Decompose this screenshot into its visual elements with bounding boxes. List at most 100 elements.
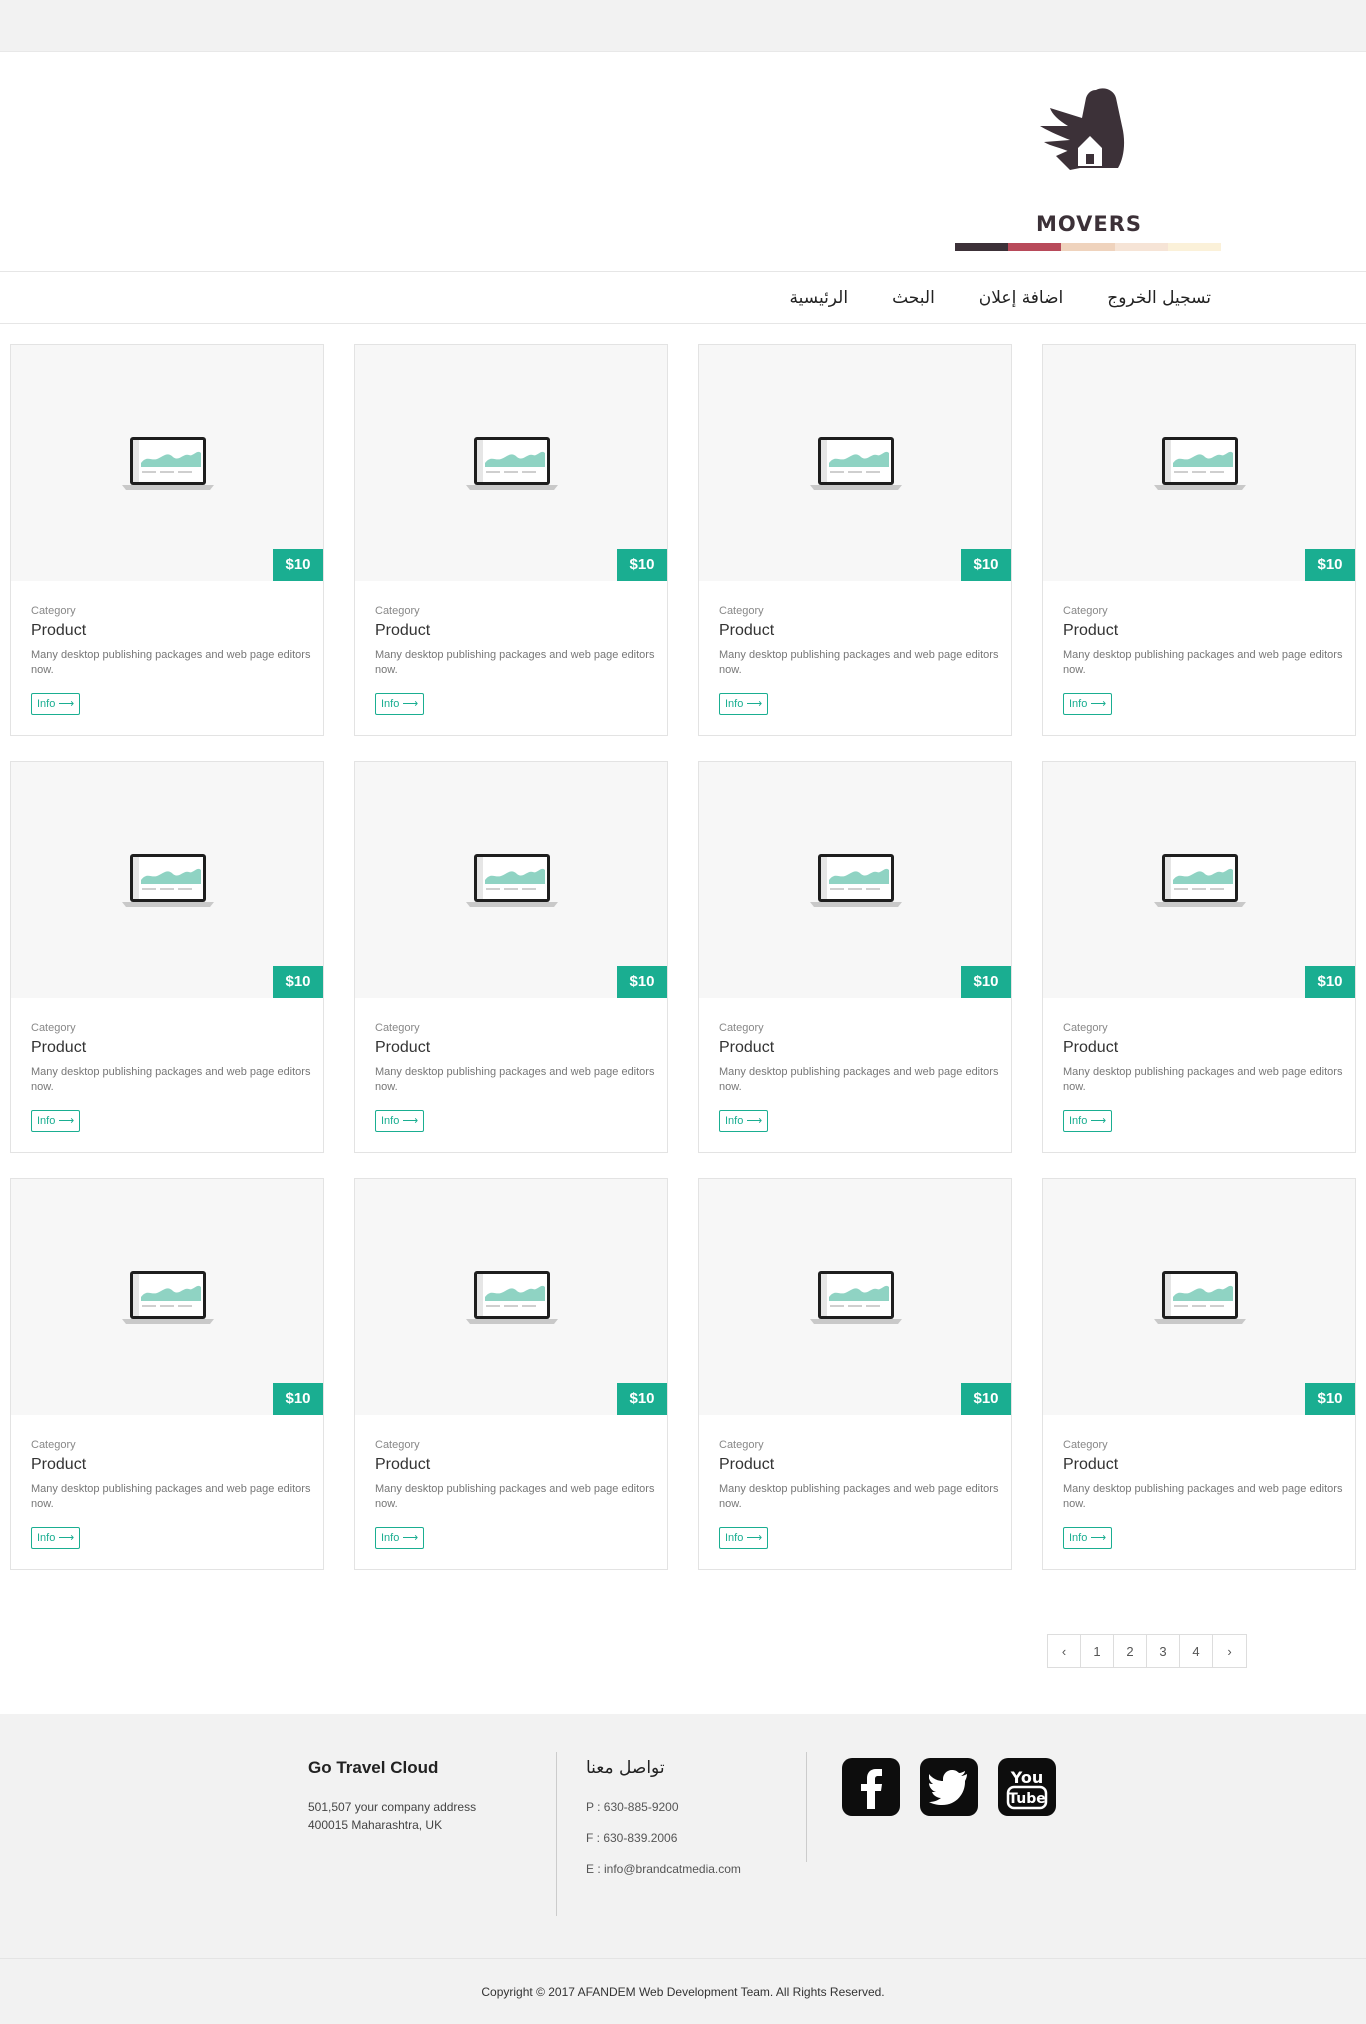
product-description: Many desktop publishing packages and web… (719, 1483, 999, 1510)
product-description: Many desktop publishing packages and web… (31, 1483, 311, 1510)
product-card[interactable]: $10 Category Product Many desktop publishin… (354, 761, 668, 1153)
page-3-button[interactable]: 3 (1147, 1635, 1180, 1667)
product-description: Many desktop publishing packages and web… (375, 649, 655, 676)
main-nav: الرئيسية البحث اضافة إعلان تسجيل الخروج (0, 272, 1366, 324)
product-name: Product (1063, 1456, 1119, 1473)
laptop-icon (466, 1269, 558, 1329)
product-card[interactable]: $10 Category Product Many desktop publishin… (10, 761, 324, 1153)
info-button[interactable]: Info ⟶ (31, 1110, 81, 1132)
product-category: Category (375, 1439, 420, 1451)
info-button[interactable]: Info ⟶ (31, 1527, 81, 1549)
facebook-icon[interactable] (842, 1758, 900, 1816)
laptop-icon (466, 435, 558, 495)
product-card[interactable]: $10 Category Product Many desktop publishin… (698, 1178, 1012, 1570)
logo-text: MOVERS (1035, 212, 1143, 236)
laptop-icon (1154, 852, 1246, 912)
info-button[interactable]: Info ⟶ (719, 1527, 769, 1549)
product-description: Many desktop publishing packages and web… (1063, 1483, 1343, 1510)
price-badge: $10 (273, 966, 323, 998)
contact-email[interactable]: E : info@brandcatmedia.com (586, 1862, 741, 1893)
product-card[interactable]: $10 Category Product Many desktop publishin… (698, 761, 1012, 1153)
price-badge: $10 (1305, 549, 1355, 581)
product-card[interactable]: $10 Category Product Many desktop publishin… (698, 344, 1012, 736)
info-button[interactable]: Info ⟶ (375, 1110, 425, 1132)
product-image: $10 (11, 762, 323, 998)
product-image: $10 (1043, 762, 1355, 998)
product-name: Product (375, 1456, 431, 1473)
product-category: Category (719, 605, 764, 617)
product-description: Many desktop publishing packages and web… (31, 1066, 311, 1093)
nav-search[interactable]: البحث (892, 288, 935, 308)
product-card[interactable]: $10 Category Product Many desktop publishin… (1042, 1178, 1356, 1570)
info-button[interactable]: Info ⟶ (31, 693, 81, 715)
page-2-button[interactable]: 2 (1114, 1635, 1147, 1667)
product-name: Product (375, 1039, 431, 1056)
product-card[interactable]: $10 Category Product Many desktop publishin… (354, 1178, 668, 1570)
company-name: Go Travel Cloud (308, 1758, 439, 1777)
social-links: You Tube (842, 1758, 1056, 1816)
pagination: ‹ 1 2 3 4 › (1047, 1634, 1247, 1668)
product-description: Many desktop publishing packages and web… (375, 1066, 655, 1093)
info-button[interactable]: Info ⟶ (719, 1110, 769, 1132)
product-image: $10 (699, 345, 1011, 581)
hand-house-icon (1040, 88, 1125, 170)
youtube-icon[interactable]: You Tube (998, 1758, 1056, 1816)
product-card[interactable]: $10 Category Product Many desktop publishin… (354, 344, 668, 736)
footer-contact: تواصل معنا P : 630-885-9200 F : 630-839.… (586, 1758, 741, 1893)
product-card[interactable]: $10 Category Product Many desktop publishin… (10, 1178, 324, 1570)
product-image: $10 (355, 345, 667, 581)
info-button[interactable]: Info ⟶ (1063, 693, 1113, 715)
product-name: Product (31, 1456, 87, 1473)
product-category: Category (1063, 1022, 1108, 1034)
product-category: Category (719, 1439, 764, 1451)
movers-logo[interactable]: MOVERS (1030, 86, 1150, 236)
product-card[interactable]: $10 Category Product Many desktop publishin… (1042, 761, 1356, 1153)
site-header: MOVERS (0, 52, 1366, 272)
product-card[interactable]: $10 Category Product Many desktop publishin… (1042, 344, 1356, 736)
price-badge: $10 (961, 1383, 1011, 1415)
info-button[interactable]: Info ⟶ (1063, 1110, 1113, 1132)
product-name: Product (719, 1456, 775, 1473)
product-category: Category (1063, 605, 1108, 617)
color-swatch (1167, 243, 1222, 251)
nav-add-listing[interactable]: اضافة إعلان (979, 288, 1063, 308)
twitter-icon[interactable] (920, 1758, 978, 1816)
product-image: $10 (11, 345, 323, 581)
top-bar (0, 0, 1366, 52)
laptop-icon (1154, 1269, 1246, 1329)
laptop-icon (466, 852, 558, 912)
product-card[interactable]: $10 Category Product Many desktop publishin… (10, 344, 324, 736)
product-image: $10 (1043, 1179, 1355, 1415)
product-description: Many desktop publishing packages and web… (719, 1066, 999, 1093)
price-badge: $10 (273, 1383, 323, 1415)
info-button[interactable]: Info ⟶ (719, 693, 769, 715)
info-button[interactable]: Info ⟶ (375, 693, 425, 715)
info-button[interactable]: Info ⟶ (1063, 1527, 1113, 1549)
svg-text:You: You (1010, 1768, 1044, 1787)
product-name: Product (31, 1039, 87, 1056)
laptop-icon (810, 1269, 902, 1329)
page-4-button[interactable]: 4 (1180, 1635, 1213, 1667)
product-image: $10 (355, 1179, 667, 1415)
page-1-button[interactable]: 1 (1081, 1635, 1114, 1667)
prev-page-button[interactable]: ‹ (1048, 1635, 1081, 1667)
product-name: Product (719, 622, 775, 639)
product-image: $10 (355, 762, 667, 998)
contact-fax: F : 630-839.2006 (586, 1831, 678, 1845)
info-button[interactable]: Info ⟶ (375, 1527, 425, 1549)
price-badge: $10 (1305, 966, 1355, 998)
color-swatch (1114, 243, 1168, 251)
product-image: $10 (11, 1179, 323, 1415)
laptop-icon (122, 852, 214, 912)
address-line: 400015 Maharashtra, UK (308, 1818, 443, 1832)
nav-home[interactable]: الرئيسية (790, 288, 849, 308)
product-image: $10 (699, 1179, 1011, 1415)
footer-divider (806, 1752, 807, 1862)
nav-logout[interactable]: تسجيل الخروج (1107, 288, 1211, 308)
price-badge: $10 (617, 1383, 667, 1415)
product-category: Category (1063, 1439, 1108, 1451)
color-swatch (1061, 243, 1115, 251)
laptop-icon (122, 1269, 214, 1329)
next-page-button[interactable]: › (1213, 1635, 1246, 1667)
color-swatch (955, 243, 1009, 251)
